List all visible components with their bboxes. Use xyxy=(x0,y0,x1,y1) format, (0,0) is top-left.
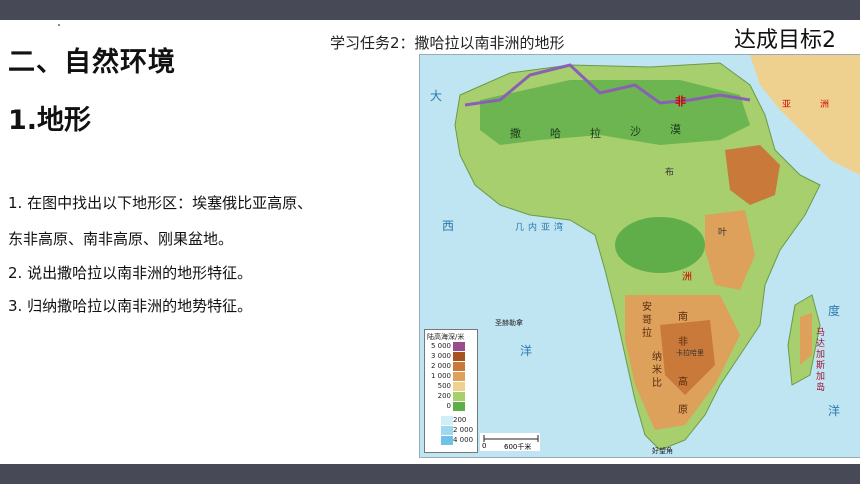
label-indian-1: 度 xyxy=(828,303,840,318)
task-item-2: 2. 说出撒哈拉以南非洲的地形特征。 xyxy=(8,264,253,282)
legend-land-label: 1 000 xyxy=(430,372,451,380)
label-mada-6: 岛 xyxy=(816,381,825,393)
legend-sea-swatch xyxy=(441,426,453,435)
scale-distance: 600千米 xyxy=(504,443,532,451)
label-angola-1: 安 xyxy=(642,300,652,313)
label-sahara-5: 漠 xyxy=(670,123,681,136)
label-good-hope: 好望角 xyxy=(652,446,673,455)
label-fei: 非 xyxy=(675,94,686,108)
legend-sea-swatch xyxy=(441,436,453,445)
label-sahara-3: 拉 xyxy=(590,126,601,140)
label-angola-2: 哥 xyxy=(642,314,652,326)
label-kalahari: 卡拉哈里 xyxy=(676,348,704,357)
label-mada-1: 马 xyxy=(816,327,825,338)
label-guinea-1: 几 xyxy=(515,222,524,233)
subsection-heading: 1.地形 xyxy=(8,105,92,136)
bottom-bar xyxy=(0,464,860,484)
legend-land-swatch xyxy=(453,372,465,381)
label-sahara-1: 撒 xyxy=(510,126,521,140)
label-asia-2: 洲 xyxy=(820,99,829,110)
decorative-dot xyxy=(58,24,60,26)
label-guinea-3: 亚 xyxy=(541,222,550,233)
top-bar xyxy=(0,0,860,20)
legend-land-label: 3 000 xyxy=(430,352,451,360)
label-st-helena: 圣赫勒拿 xyxy=(495,318,523,327)
legend-land-swatch xyxy=(453,342,465,351)
legend-land-swatch xyxy=(453,392,465,401)
label-southhigh-2: 非 xyxy=(678,336,688,348)
map-title: 学习任务2：撒哈拉以南非洲的地形 xyxy=(330,34,565,52)
legend-land-swatch xyxy=(453,362,465,371)
congo-basin xyxy=(615,217,705,273)
label-asia-1: 亚 xyxy=(782,99,791,110)
label-guinea-2: 内 xyxy=(528,221,537,233)
label-southhigh-3: 高 xyxy=(678,375,688,388)
label-sahara-2: 哈 xyxy=(550,127,561,140)
task-item-3: 3. 归纳撒哈拉以南非洲的地势特征。 xyxy=(8,297,253,315)
label-mada-4: 斯 xyxy=(816,359,825,371)
legend-land-label: 500 xyxy=(437,382,451,390)
goal-label: 达成目标2 xyxy=(734,28,836,53)
africa-topographic-map: 撒 哈 拉 沙 漠 非 亚 洲 洲 大 西 洋 几 内 亚 湾 度 洋 安 哥 … xyxy=(419,54,860,458)
scale-zero: 0 xyxy=(482,442,487,450)
legend-title: 陆高海深/米 xyxy=(427,333,465,341)
elevation-legend: 陆高海深/米 5 000 3 000 2 000 1 000 500 200 0 200 2 … xyxy=(424,329,478,453)
legend-sea-label: 200 xyxy=(453,416,467,424)
task-item-1-continued: 东非高原、南非高原、刚果盆地。 xyxy=(8,230,234,248)
legend-land-swatch xyxy=(453,352,465,361)
label-da: 大 xyxy=(430,89,442,103)
label-sahara-4: 沙 xyxy=(630,125,641,138)
label-southhigh-1: 南 xyxy=(678,310,688,323)
label-nami-3: 比 xyxy=(652,377,662,389)
label-indian-2: 洋 xyxy=(828,403,840,418)
label-xi: 西 xyxy=(442,219,454,233)
label-mada-2: 达 xyxy=(816,337,825,349)
map-svg: 撒 哈 拉 沙 漠 非 亚 洲 洲 大 西 洋 几 内 亚 湾 度 洋 安 哥 … xyxy=(420,55,860,457)
label-africa-zhou: 洲 xyxy=(682,271,692,283)
legend-land-label: 2 000 xyxy=(430,362,451,370)
legend-sea-label: 2 000 xyxy=(453,426,474,434)
label-mada-3: 加 xyxy=(816,349,825,360)
label-yang: 洋 xyxy=(520,343,532,358)
scale-bar: 0 600千米 xyxy=(480,433,540,451)
legend-land-swatch xyxy=(453,382,465,391)
label-southhigh-4: 原 xyxy=(678,404,688,416)
legend-land-label: 5 000 xyxy=(430,342,451,350)
label-nami-2: 米 xyxy=(652,363,662,376)
label-ye: 叶 xyxy=(718,227,727,238)
legend-land-label: 200 xyxy=(437,392,451,400)
legend-sea-swatch xyxy=(441,416,453,425)
legend-land-label: 0 xyxy=(446,402,451,410)
label-angola-3: 拉 xyxy=(642,326,652,339)
legend-sea-label: 4 000 xyxy=(453,436,474,444)
label-bu: 布 xyxy=(665,166,674,178)
label-mada-5: 加 xyxy=(816,371,825,382)
legend-land-swatch xyxy=(453,402,465,411)
label-guinea-4: 湾 xyxy=(554,221,563,233)
task-item-1: 1. 在图中找出以下地形区：埃塞俄比亚高原、 xyxy=(8,194,313,212)
label-nami-1: 纳 xyxy=(652,350,662,363)
section-heading: 二、自然环境 xyxy=(8,47,176,78)
